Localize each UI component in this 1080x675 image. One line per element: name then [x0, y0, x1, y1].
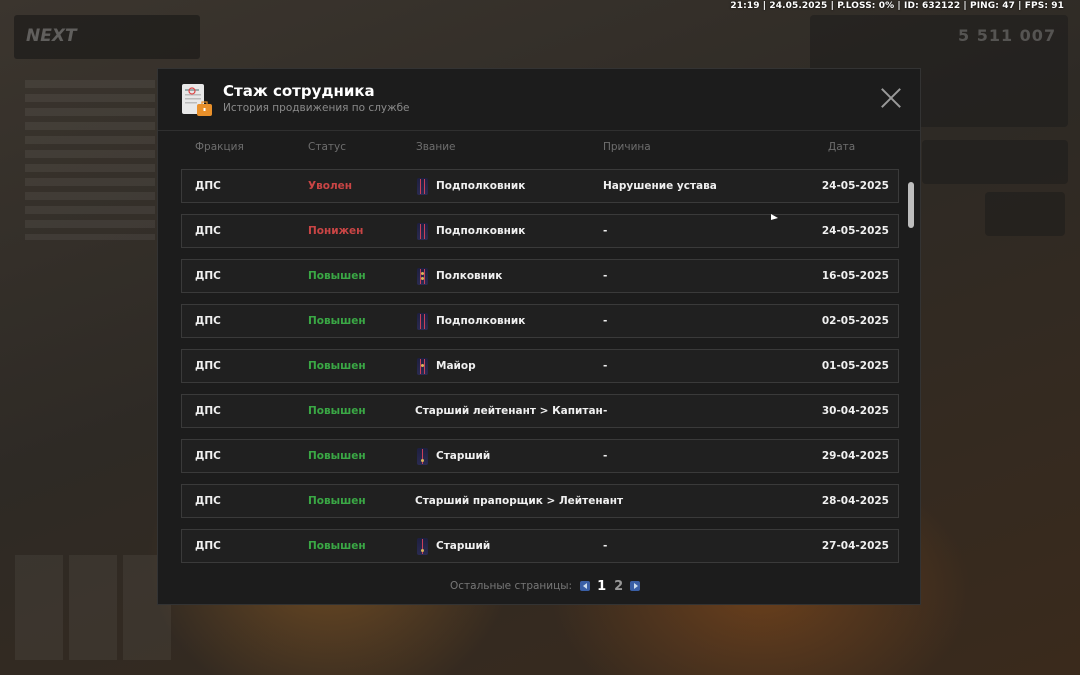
column-faction: Фракция: [195, 141, 244, 153]
row-faction: ДПС: [195, 540, 221, 552]
row-rank: Подполковник: [436, 225, 526, 237]
row-faction: ДПС: [195, 450, 221, 462]
column-date: Дата: [828, 141, 856, 153]
row-status: Повышен: [308, 360, 366, 372]
table-row[interactable]: ДПС Повышен Старший - 29-04-2025: [181, 439, 899, 473]
table-row[interactable]: ДПС Повышен Подполковник - 02-05-2025: [181, 304, 899, 338]
hud-secondary-panel: [922, 140, 1068, 184]
row-rank: Полковник: [436, 270, 503, 282]
row-faction: ДПС: [195, 225, 221, 237]
epaulet-icon: [417, 178, 428, 195]
row-rank: Майор: [436, 360, 476, 372]
row-date: 02-05-2025: [821, 315, 889, 327]
row-status: Повышен: [308, 405, 366, 417]
epaulet-icon: [417, 223, 428, 240]
row-reason: -: [603, 360, 608, 372]
row-reason: -: [603, 405, 608, 417]
table-row[interactable]: ДПС Повышен Старший прапорщик > Лейтенант -…: [181, 484, 899, 518]
row-rank: Старший: [436, 450, 491, 462]
row-date: 24-05-2025: [821, 225, 889, 237]
document-icon: [182, 84, 212, 116]
row-rank: Старший: [436, 540, 491, 552]
column-status: Статус: [308, 141, 346, 153]
column-reason: Причина: [603, 141, 651, 153]
row-faction: ДПС: [195, 180, 221, 192]
connection-stats: 21:19 | 24.05.2025 | P.LOSS: 0% | ID: 63…: [730, 1, 1064, 11]
row-reason: -: [603, 495, 608, 507]
row-date: 01-05-2025: [821, 360, 889, 372]
row-reason: Нарушение устава: [603, 180, 717, 192]
table-row[interactable]: ДПС Повышен Майор - 01-05-2025: [181, 349, 899, 383]
row-reason: -: [603, 315, 608, 327]
employee-tenure-modal: Стаж сотрудника История продвижения по с…: [157, 68, 921, 605]
table-row[interactable]: ДПС Повышен Старший лейтенант > Капитан - 30…: [181, 394, 899, 428]
close-icon[interactable]: [880, 87, 902, 109]
table-header: Фракция Статус Звание Причина Дата: [181, 141, 901, 157]
page-1-button[interactable]: 1: [597, 579, 606, 594]
row-date: 27-04-2025: [821, 540, 889, 552]
modal-subtitle: История продвижения по службе: [223, 102, 410, 114]
pagination-label: Остальные страницы:: [450, 580, 573, 592]
row-status: Повышен: [308, 450, 366, 462]
column-rank: Звание: [416, 141, 456, 153]
row-status: Понижен: [308, 225, 364, 237]
row-reason: -: [603, 450, 608, 462]
row-date: 24-05-2025: [821, 180, 889, 192]
table-row[interactable]: ДПС Повышен Полковник - 16-05-2025: [181, 259, 899, 293]
row-status: Повышен: [308, 540, 366, 552]
modal-header: Стаж сотрудника История продвижения по с…: [158, 69, 920, 131]
server-logo: NEXT: [26, 26, 77, 46]
page-2-button[interactable]: 2: [614, 579, 623, 594]
epaulet-icon: [417, 538, 428, 555]
epaulet-icon: [417, 448, 428, 465]
table-row[interactable]: ДПС Уволен Подполковник Нарушение устава 24-…: [181, 169, 899, 203]
row-faction: ДПС: [195, 270, 221, 282]
hud-chat-area: [25, 80, 155, 240]
row-faction: ДПС: [195, 315, 221, 327]
next-page-icon[interactable]: [630, 581, 641, 591]
row-rank: Старший прапорщик > Лейтенант: [415, 495, 624, 507]
prev-page-icon[interactable]: [580, 581, 591, 591]
row-rank: Подполковник: [436, 180, 526, 192]
row-status: Повышен: [308, 495, 366, 507]
row-status: Повышен: [308, 315, 366, 327]
epaulet-icon: [417, 358, 428, 375]
row-date: 30-04-2025: [821, 405, 889, 417]
pagination: Остальные страницы: 1 2: [450, 578, 643, 594]
scrollbar-thumb[interactable]: [908, 182, 914, 228]
epaulet-icon: [417, 313, 428, 330]
row-status: Уволен: [308, 180, 353, 192]
row-faction: ДПС: [195, 405, 221, 417]
row-faction: ДПС: [195, 495, 221, 507]
row-date: 16-05-2025: [821, 270, 889, 282]
hud-inventory-slots: [15, 555, 175, 660]
history-list[interactable]: ДПС Уволен Подполковник Нарушение устава 24-…: [181, 169, 901, 564]
table-row[interactable]: ДПС Повышен Старший - 27-04-2025: [181, 529, 899, 563]
epaulet-icon: [417, 268, 428, 285]
row-date: 28-04-2025: [821, 495, 889, 507]
modal-title: Стаж сотрудника: [223, 82, 375, 100]
hud-money: 5 511 007: [958, 26, 1057, 45]
row-status: Повышен: [308, 270, 366, 282]
hud-tertiary-panel: [985, 192, 1065, 236]
row-reason: -: [603, 540, 608, 552]
row-reason: -: [603, 225, 608, 237]
row-faction: ДПС: [195, 360, 221, 372]
row-rank: Старший лейтенант > Капитан: [415, 405, 603, 417]
row-reason: -: [603, 270, 608, 282]
row-date: 29-04-2025: [821, 450, 889, 462]
row-rank: Подполковник: [436, 315, 526, 327]
table-row[interactable]: ДПС Понижен Подполковник - 24-05-2025: [181, 214, 899, 248]
